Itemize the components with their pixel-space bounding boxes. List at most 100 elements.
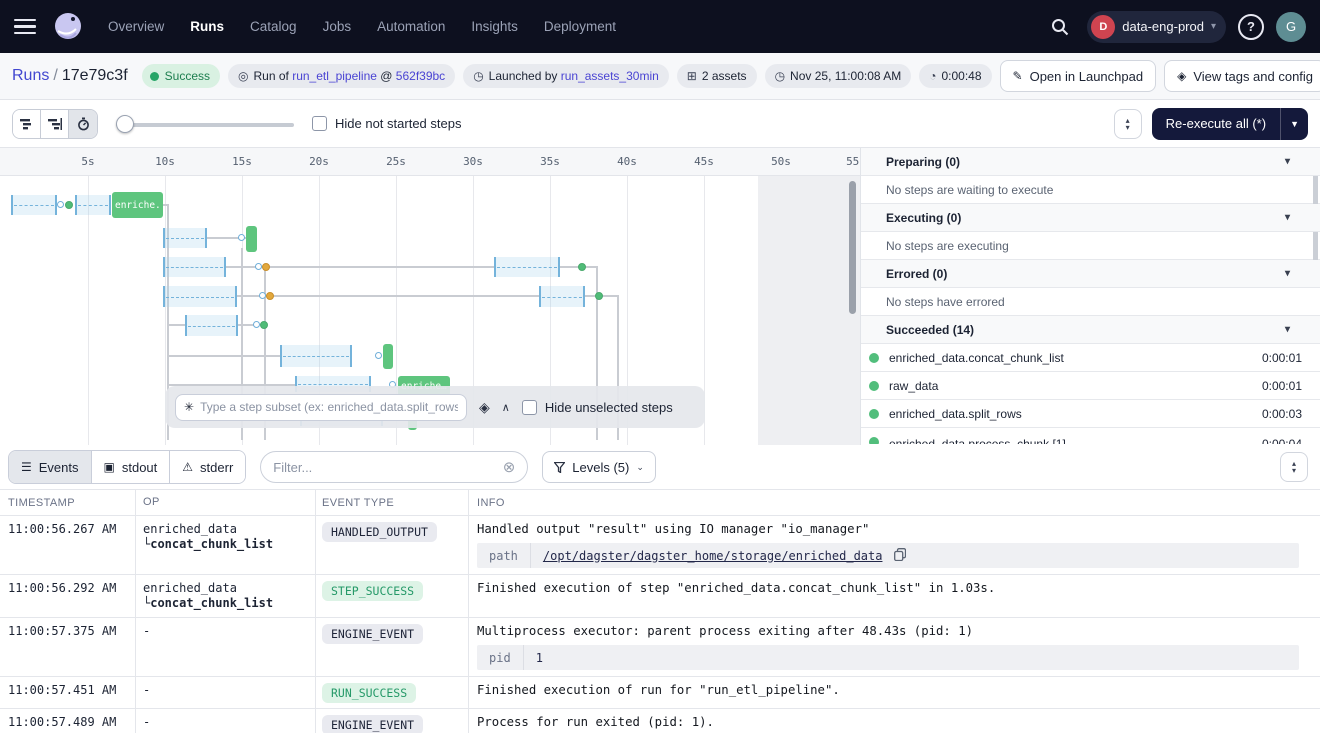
flatten-left-icon[interactable] [13, 110, 41, 138]
re-execute-caret[interactable]: ▼ [1280, 108, 1308, 140]
layers-icon[interactable]: ◈ [479, 399, 490, 416]
run-tag-3[interactable]: ◷Nov 25, 11:00:08 AM [765, 64, 912, 88]
step-list-item[interactable]: enriched_data.split_rows0:00:03 [861, 400, 1320, 428]
run-tag-2[interactable]: ⊞2 assets [677, 64, 757, 88]
log-tab-label: stderr [200, 460, 233, 475]
hide-unselected-checkbox[interactable]: Hide unselected steps [522, 400, 673, 415]
log-row[interactable]: 11:00:57.451 AM-RUN_SUCCESSFinished exec… [0, 677, 1320, 709]
gantt-waiting-step-box[interactable] [280, 345, 352, 367]
timing-mode-icon[interactable] [69, 110, 97, 138]
user-avatar[interactable]: G [1276, 12, 1306, 42]
waterfall-icon[interactable] [41, 110, 69, 138]
step-name: enriched_data.split_rows [889, 407, 1252, 421]
levels-dropdown[interactable]: Levels (5) ⌄ [542, 451, 656, 483]
checkbox-icon[interactable] [312, 116, 327, 131]
clear-filter-icon[interactable]: ⊗ [503, 458, 516, 476]
gantt-chart[interactable]: 5s10s15s20s25s30s35s40s45s50s55s ✳ ◈ ∧ H… [0, 148, 860, 445]
gantt-step-bar[interactable] [246, 226, 257, 252]
gantt-scrollbar[interactable] [849, 181, 856, 314]
gantt-offrange-region [758, 176, 860, 445]
axis-tick-label: 5s [81, 155, 94, 168]
gantt-waiting-step-box[interactable] [163, 286, 237, 307]
gantt-waiting-step-box[interactable] [185, 315, 238, 336]
log-info: Finished execution of run for "run_etl_p… [468, 677, 1320, 708]
gantt-green-marker [578, 263, 586, 271]
log-tab-stderr[interactable]: ⚠stderr [170, 451, 245, 483]
event-type-badge: ENGINE_EVENT [322, 624, 423, 644]
run-tag-link[interactable]: run_assets_30min [561, 69, 659, 83]
step-list-item[interactable]: enriched_data.concat_chunk_list0:00:01 [861, 344, 1320, 372]
nav-item-catalog[interactable]: Catalog [250, 19, 297, 34]
step-list-item[interactable]: enriched_data.process_chunk [1]0:00:04 [861, 428, 1320, 444]
gantt-waiting-step-box[interactable] [539, 286, 585, 307]
view-tags-config-button[interactable]: ◈ View tags and config [1164, 60, 1320, 92]
re-execute-button[interactable]: Re-execute all (*) ▼ [1152, 108, 1308, 140]
step-list-item[interactable]: raw_data0:00:01 [861, 372, 1320, 400]
logs-expand-collapse-button[interactable]: ▴▾ [1280, 452, 1308, 482]
gantt-step-bar[interactable] [383, 344, 393, 369]
gantt-waiting-step-box[interactable] [163, 257, 226, 277]
workspace-switcher[interactable]: D data-eng-prod ▾ [1087, 11, 1226, 43]
open-in-launchpad-button[interactable]: ✎ Open in Launchpad [1000, 60, 1157, 92]
nav-item-deployment[interactable]: Deployment [544, 19, 616, 34]
run-tag-link[interactable]: run_etl_pipeline [292, 69, 377, 83]
column-header-op: OP [135, 495, 315, 510]
help-icon[interactable]: ? [1238, 14, 1264, 40]
log-tab-stdout[interactable]: ▣stdout [92, 451, 171, 483]
nav-item-overview[interactable]: Overview [108, 19, 164, 34]
step-section-header[interactable]: Executing (0)▾ [861, 204, 1320, 232]
dagster-logo-icon[interactable] [50, 9, 86, 45]
axis-tick-label: 45s [694, 155, 714, 168]
run-tag-4[interactable]: ◔0:00:48 [919, 64, 991, 88]
hide-not-started-checkbox[interactable]: Hide not started steps [312, 116, 461, 131]
run-tag-0[interactable]: ◎Run of run_etl_pipeline @ 562f39bc [228, 64, 455, 88]
panel-expand-collapse-button[interactable]: ▴▾ [1114, 109, 1142, 139]
slider-knob[interactable] [116, 115, 134, 133]
step-section-empty-text: No steps are waiting to execute [861, 176, 1320, 204]
log-row[interactable]: 11:00:57.375 AM-ENGINE_EVENTMultiprocess… [0, 618, 1320, 677]
axis-tick-label: 10s [155, 155, 175, 168]
breadcrumb: Runs/17e79c3f [12, 67, 128, 85]
re-execute-label[interactable]: Re-execute all (*) [1152, 108, 1280, 140]
log-tab-Events[interactable]: ☰Events [9, 451, 92, 483]
search-icon[interactable] [1045, 12, 1075, 42]
breadcrumb-runs-link[interactable]: Runs [12, 67, 49, 84]
step-subset-input[interactable] [200, 400, 458, 414]
log-tab-label: Events [39, 460, 79, 475]
copy-icon[interactable] [894, 548, 906, 564]
log-row[interactable]: 11:00:57.489 AM-ENGINE_EVENTProcess for … [0, 709, 1320, 733]
log-event-type: ENGINE_EVENT [315, 618, 468, 676]
gantt-waiting-step-box[interactable] [494, 257, 560, 277]
checkbox-icon[interactable] [522, 400, 537, 415]
gantt-zoom-slider[interactable] [116, 115, 294, 133]
metadata-path-link[interactable]: /opt/dagster/dagster_home/storage/enrich… [531, 549, 895, 563]
gantt-waiting-step-box[interactable] [11, 195, 57, 215]
gantt-waiting-step-box[interactable] [163, 228, 207, 248]
step-section-title: Preparing (0) [886, 155, 960, 169]
step-section-header[interactable]: Succeeded (14)▾ [861, 316, 1320, 344]
gantt-step-bar[interactable]: enriche. [112, 192, 163, 218]
nav-item-runs[interactable]: Runs [190, 19, 224, 34]
nav-item-automation[interactable]: Automation [377, 19, 445, 34]
log-row[interactable]: 11:00:56.292 AMenriched_data└concat_chun… [0, 575, 1320, 618]
gantt-waiting-step-box[interactable] [75, 195, 111, 215]
step-section-header[interactable]: Errored (0)▾ [861, 260, 1320, 288]
run-tag-link[interactable]: 562f39bc [396, 69, 445, 83]
collapse-chevron-icon[interactable]: ∧ [502, 401, 510, 414]
axis-tick-label: 40s [617, 155, 637, 168]
log-row[interactable]: 11:00:56.267 AMenriched_data└concat_chun… [0, 516, 1320, 575]
nav-item-insights[interactable]: Insights [471, 19, 518, 34]
log-op: - [135, 709, 315, 733]
step-section-title: Errored (0) [886, 267, 947, 281]
hamburger-menu-icon[interactable] [14, 19, 36, 35]
log-info: Finished execution of step "enriched_dat… [468, 575, 1320, 617]
step-section-header[interactable]: Preparing (0)▾ [861, 148, 1320, 176]
success-dot-icon [869, 409, 879, 419]
log-metadata-bar: pid1 [477, 645, 1299, 670]
metadata-value: 1 [524, 651, 555, 665]
logs-tabs: ☰Events▣stdout⚠stderr [8, 450, 246, 484]
nav-item-jobs[interactable]: Jobs [323, 19, 352, 34]
log-filter-input[interactable] [273, 460, 494, 475]
run-tag-1[interactable]: ◷Launched by run_assets_30min [463, 64, 669, 88]
run-tag-text: 0:00:48 [941, 69, 981, 83]
